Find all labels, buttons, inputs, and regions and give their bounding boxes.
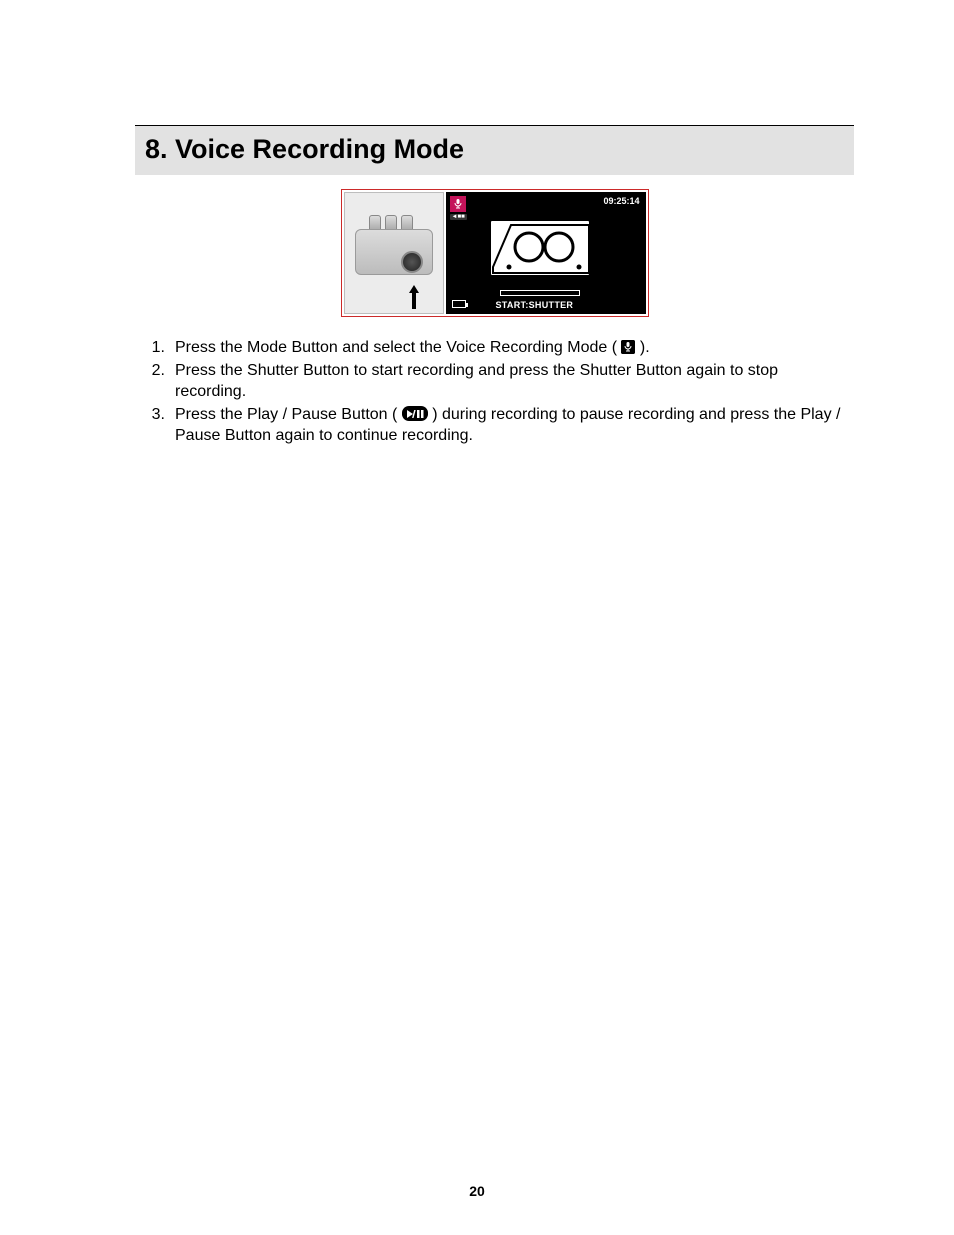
camera-lens <box>401 251 423 273</box>
progress-bar <box>500 290 580 296</box>
play-pause-icon <box>402 406 428 420</box>
arrow-up-icon <box>409 285 419 309</box>
step-text-pre: Press the Play / Pause Button ( <box>175 406 402 423</box>
step-number: 3. <box>147 404 175 447</box>
recording-timer: 09:25:14 <box>603 196 639 206</box>
start-shutter-label: START:SHUTTER <box>496 300 574 310</box>
page-content: 8. Voice Recording Mode ◄■■ 09:25:14 <box>135 125 854 448</box>
list-item: 3. Press the Play / Pause Button ( ) dur… <box>147 404 846 447</box>
instruction-list: 1. Press the Mode Button and select the … <box>135 337 854 447</box>
mic-mode-icon <box>450 196 466 212</box>
step-number: 2. <box>147 360 175 403</box>
figure-voice-recording: ◄■■ 09:25:14 START:SHUTTER <box>341 189 649 317</box>
section-heading: 8. Voice Recording Mode <box>145 134 844 165</box>
camera-illustration <box>344 192 444 314</box>
step-text-pre: Press the Shutter Button to start record… <box>175 362 778 401</box>
cassette-icon <box>490 220 590 276</box>
step-text-pre: Press the Mode Button and select the Voi… <box>175 339 621 356</box>
step-text: Press the Play / Pause Button ( ) during… <box>175 404 846 447</box>
list-item: 2. Press the Shutter Button to start rec… <box>147 360 846 403</box>
battery-icon <box>452 300 466 308</box>
step-text: Press the Shutter Button to start record… <box>175 360 846 403</box>
step-text-post: ). <box>635 339 649 356</box>
status-label-icon: ◄■■ <box>450 214 467 220</box>
step-text: Press the Mode Button and select the Voi… <box>175 337 846 359</box>
heading-bar: 8. Voice Recording Mode <box>135 126 854 175</box>
lcd-screen: ◄■■ 09:25:14 START:SHUTTER <box>446 192 646 314</box>
page-number: 20 <box>0 1183 954 1199</box>
mic-icon <box>621 340 635 354</box>
list-item: 1. Press the Mode Button and select the … <box>147 337 846 359</box>
step-number: 1. <box>147 337 175 359</box>
